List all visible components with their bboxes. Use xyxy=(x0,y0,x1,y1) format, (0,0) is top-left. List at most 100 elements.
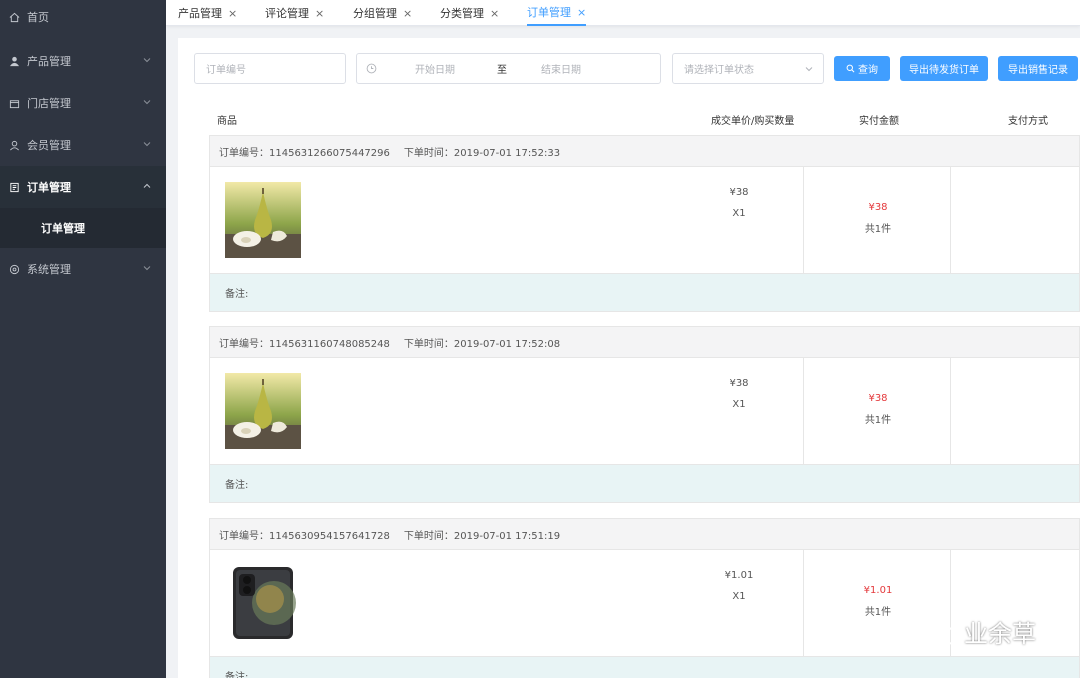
header-paid: 实付金额 xyxy=(859,116,899,127)
chevron-down-icon xyxy=(143,142,151,147)
range-separator: 至 xyxy=(497,65,507,76)
export-pending-button[interactable]: 导出待发货订单 xyxy=(900,56,988,81)
member-icon xyxy=(8,139,20,151)
gear-icon xyxy=(8,263,20,275)
unit-price: ¥38 xyxy=(729,187,749,198)
tab-bar: 产品管理 × 评论管理 × 分组管理 × 分类管理 × 订单管理 × xyxy=(166,0,1080,26)
close-icon[interactable]: × xyxy=(577,6,586,19)
sidebar-item-home[interactable]: 首页 xyxy=(0,0,166,34)
sidebar-item-label: 产品管理 xyxy=(27,55,71,68)
quantity: X1 xyxy=(732,591,746,602)
chevron-up-icon xyxy=(143,183,151,188)
sidebar-item-label: 系统管理 xyxy=(27,263,71,276)
date-range-picker[interactable]: 开始日期 至 结束日期 xyxy=(356,53,661,84)
order-body: ¥38 X1 ¥38 共1件 xyxy=(210,167,1079,274)
order-number: 订单编号：1145631160748085248 xyxy=(219,338,390,350)
sidebar-item-label: 订单管理 xyxy=(27,181,71,194)
tab-label: 订单管理 xyxy=(527,6,571,19)
watermark: 业余草 xyxy=(918,614,1036,649)
order-time: 下单时间：2019-07-01 17:52:08 xyxy=(403,338,561,350)
tab-label: 分组管理 xyxy=(353,7,397,20)
order-status-select[interactable]: 请选择订单状态 xyxy=(672,53,824,84)
end-date-input[interactable]: 结束日期 xyxy=(541,61,581,76)
price-qty: ¥1.01 X1 xyxy=(709,565,769,607)
close-icon[interactable]: × xyxy=(228,7,237,20)
header-pay-method: 支付方式 xyxy=(1008,116,1048,127)
tab-categories[interactable]: 分类管理 × xyxy=(440,0,499,26)
sidebar-item-system[interactable]: 系统管理 xyxy=(0,248,166,290)
order-number: 订单编号：1145630954157641728 xyxy=(219,530,390,542)
sidebar-item-label: 会员管理 xyxy=(27,139,71,152)
watermark-text: 业余草 xyxy=(964,620,1036,648)
main-panel: 订单编号 开始日期 至 结束日期 请选择订单状态 查询 导出待发货订单 导出销售… xyxy=(178,38,1080,678)
user-icon xyxy=(8,55,20,67)
close-icon[interactable]: × xyxy=(403,7,412,20)
chevron-down-icon xyxy=(143,58,151,63)
search-icon xyxy=(846,64,855,73)
sidebar-item-products[interactable]: 产品管理 xyxy=(0,40,166,82)
order-note: 备注: xyxy=(210,274,1079,311)
tab-label: 产品管理 xyxy=(178,7,222,20)
order-header: 订单编号：1145631266075447296 下单时间：2019-07-01… xyxy=(210,136,1079,167)
order-note: 备注: xyxy=(210,657,1079,678)
home-icon xyxy=(8,11,20,23)
paid-column: ¥38 共1件 xyxy=(803,167,951,274)
header-product: 商品 xyxy=(217,116,237,127)
sidebar-item-label: 首页 xyxy=(27,11,49,24)
order-note: 备注: xyxy=(210,465,1079,502)
chevron-down-icon xyxy=(143,100,151,105)
item-count: 共1件 xyxy=(864,224,892,235)
table-header: 商品 成交单价/购买数量 实付金额 支付方式 xyxy=(178,110,1080,130)
paid-amount: ¥38 xyxy=(868,393,888,404)
order-no-placeholder: 订单编号 xyxy=(206,65,246,76)
tab-groups[interactable]: 分组管理 × xyxy=(353,0,412,26)
close-icon[interactable]: × xyxy=(490,7,499,20)
quantity: X1 xyxy=(732,399,746,410)
wechat-icon xyxy=(919,617,957,645)
sidebar-item-orders[interactable]: 订单管理 xyxy=(0,166,166,208)
tab-reviews[interactable]: 评论管理 × xyxy=(265,0,324,26)
sidebar-subitem-orders[interactable]: 订单管理 xyxy=(0,208,166,248)
pear-image[interactable] xyxy=(225,373,301,449)
quantity: X1 xyxy=(732,208,746,219)
sidebar-item-members[interactable]: 会员管理 xyxy=(0,124,166,166)
status-placeholder: 请选择订单状态 xyxy=(684,65,754,76)
tab-label: 分类管理 xyxy=(440,7,484,20)
header-price-qty: 成交单价/购买数量 xyxy=(711,116,795,127)
paid-amount: ¥38 xyxy=(868,202,888,213)
sidebar-item-stores[interactable]: 门店管理 xyxy=(0,82,166,124)
clock-icon xyxy=(366,63,377,77)
store-icon xyxy=(8,97,20,109)
tab-label: 评论管理 xyxy=(265,7,309,20)
order-body: ¥38 X1 ¥38 共1件 xyxy=(210,358,1079,465)
sidebar-item-label: 门店管理 xyxy=(27,97,71,110)
phone-image[interactable] xyxy=(230,565,296,641)
export-sales-button[interactable]: 导出销售记录 xyxy=(998,56,1078,81)
query-button-label: 查询 xyxy=(858,65,878,76)
order-icon xyxy=(8,181,20,193)
pear-image[interactable] xyxy=(225,182,301,258)
order-card: 订单编号：1145630954157641728 下单时间：2019-07-01… xyxy=(209,518,1080,678)
unit-price: ¥38 xyxy=(729,378,749,389)
chevron-down-icon xyxy=(143,266,151,271)
order-header: 订单编号：1145631160748085248 下单时间：2019-07-01… xyxy=(210,327,1079,358)
close-icon[interactable]: × xyxy=(315,7,324,20)
paid-column: ¥38 共1件 xyxy=(803,358,951,465)
export-pending-label: 导出待发货订单 xyxy=(909,65,979,76)
paid-amount: ¥1.01 xyxy=(863,585,893,596)
start-date-input[interactable]: 开始日期 xyxy=(415,61,455,76)
order-time: 下单时间：2019-07-01 17:51:19 xyxy=(403,530,561,542)
chevron-down-icon xyxy=(805,67,813,72)
tab-orders[interactable]: 订单管理 × xyxy=(527,0,587,26)
order-header: 订单编号：1145630954157641728 下单时间：2019-07-01… xyxy=(210,519,1079,550)
order-time: 下单时间：2019-07-01 17:52:33 xyxy=(403,147,561,159)
unit-price: ¥1.01 xyxy=(724,570,754,581)
sidebar: 首页 产品管理 门店管理 会员管理 订单管理 订单管理 系统管理 xyxy=(0,0,166,678)
tab-products[interactable]: 产品管理 × xyxy=(178,0,237,26)
export-sales-label: 导出销售记录 xyxy=(1008,65,1068,76)
order-card: 订单编号：1145631266075447296 下单时间：2019-07-01… xyxy=(209,135,1080,312)
order-number: 订单编号：1145631266075447296 xyxy=(219,147,390,159)
order-no-input[interactable]: 订单编号 xyxy=(194,53,346,84)
order-card: 订单编号：1145631160748085248 下单时间：2019-07-01… xyxy=(209,326,1080,503)
query-button[interactable]: 查询 xyxy=(834,56,890,81)
